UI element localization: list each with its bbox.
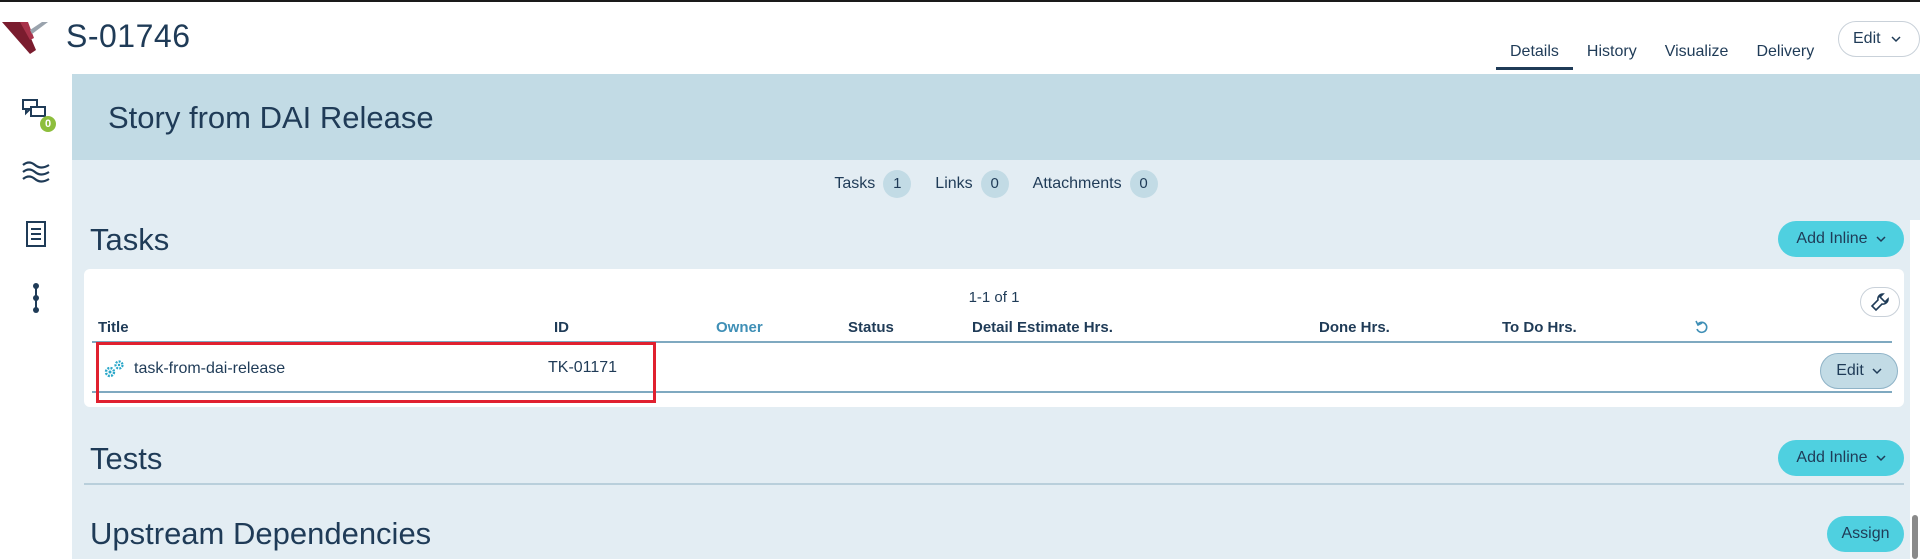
logo-icon[interactable] — [2, 20, 48, 56]
tasks-section-title: Tasks — [90, 222, 170, 257]
tests-add-inline-label: Add Inline — [1796, 449, 1868, 466]
column-todo-hrs[interactable]: To Do Hrs. — [1502, 319, 1577, 336]
tasks-count-value: 1 — [883, 170, 912, 198]
links-count[interactable]: Links 0 — [935, 170, 1009, 198]
story-title: Story from DAI Release — [108, 100, 434, 135]
chevron-down-icon — [1876, 236, 1886, 243]
task-title-link[interactable]: task-from-dai-release — [102, 359, 285, 379]
column-done-hrs[interactable]: Done Hrs. — [1319, 319, 1390, 336]
gears-icon — [104, 360, 124, 378]
waves-icon[interactable] — [20, 156, 52, 188]
tab-details[interactable]: Details — [1496, 40, 1573, 70]
dependency-icon[interactable] — [20, 282, 52, 314]
header-divider — [92, 341, 1892, 343]
column-owner[interactable]: Owner — [716, 319, 763, 336]
tests-section-title: Tests — [90, 441, 163, 476]
tab-visualize[interactable]: Visualize — [1651, 40, 1743, 70]
scrollbar-thumb[interactable] — [1912, 515, 1918, 559]
chevron-down-icon — [1876, 455, 1886, 462]
main-content: Story from DAI Release Tasks 1 Links 0 A… — [72, 74, 1920, 559]
tasks-pager: 1-1 of 1 — [968, 289, 1020, 306]
undo-icon[interactable] — [1694, 319, 1710, 335]
attachments-count-label: Attachments — [1032, 175, 1122, 192]
task-title-text: task-from-dai-release — [134, 360, 286, 377]
edit-menu-button[interactable]: Edit — [1838, 21, 1920, 57]
tab-delivery[interactable]: Delivery — [1742, 40, 1828, 70]
scrollbar-track[interactable] — [1910, 220, 1920, 559]
left-rail: 0 — [0, 74, 72, 559]
column-id[interactable]: ID — [554, 319, 569, 336]
story-id: S-01746 — [66, 18, 191, 54]
column-title[interactable]: Title — [98, 319, 129, 336]
conversation-badge: 0 — [40, 116, 56, 132]
tasks-add-inline-button[interactable]: Add Inline — [1778, 221, 1904, 257]
chevron-down-icon — [1891, 36, 1901, 43]
tests-add-inline-button[interactable]: Add Inline — [1778, 440, 1904, 476]
tasks-grid: 1-1 of 1 Title ID Owner Status Detail Es… — [84, 269, 1904, 407]
edit-menu-label: Edit — [1853, 30, 1881, 47]
task-id-link[interactable]: TK-01171 — [548, 359, 617, 377]
upstream-section-title: Upstream Dependencies — [90, 516, 432, 551]
tasks-add-inline-label: Add Inline — [1796, 230, 1868, 247]
tab-history[interactable]: History — [1573, 40, 1651, 70]
tab-bar: Details History Visualize Delivery — [1496, 40, 1828, 72]
conversations-icon[interactable]: 0 — [20, 96, 56, 132]
attachments-count[interactable]: Attachments 0 — [1033, 170, 1158, 198]
assign-button[interactable]: Assign — [1827, 516, 1904, 552]
tests-divider — [84, 483, 1904, 485]
tasks-count[interactable]: Tasks 1 — [834, 170, 912, 198]
links-count-value: 0 — [980, 170, 1009, 198]
row-edit-button[interactable]: Edit — [1820, 353, 1898, 389]
grid-settings-button[interactable] — [1860, 287, 1900, 317]
attachments-count-value: 0 — [1129, 170, 1158, 198]
header: S-01746 Details History Visualize Delive… — [0, 2, 1920, 74]
row-edit-label: Edit — [1836, 362, 1864, 379]
wrench-icon — [1870, 293, 1889, 312]
column-detail-estimate[interactable]: Detail Estimate Hrs. — [972, 319, 1113, 336]
chevron-down-icon — [1872, 368, 1882, 375]
document-icon[interactable] — [20, 218, 52, 250]
column-status[interactable]: Status — [848, 319, 894, 336]
links-count-label: Links — [935, 175, 973, 192]
table-row[interactable]: task-from-dai-release TK-01171 Edit — [92, 347, 1898, 393]
related-counts: Tasks 1 Links 0 Attachments 0 — [72, 170, 1920, 198]
tasks-count-label: Tasks — [834, 175, 876, 192]
story-banner: Story from DAI Release — [72, 74, 1920, 160]
